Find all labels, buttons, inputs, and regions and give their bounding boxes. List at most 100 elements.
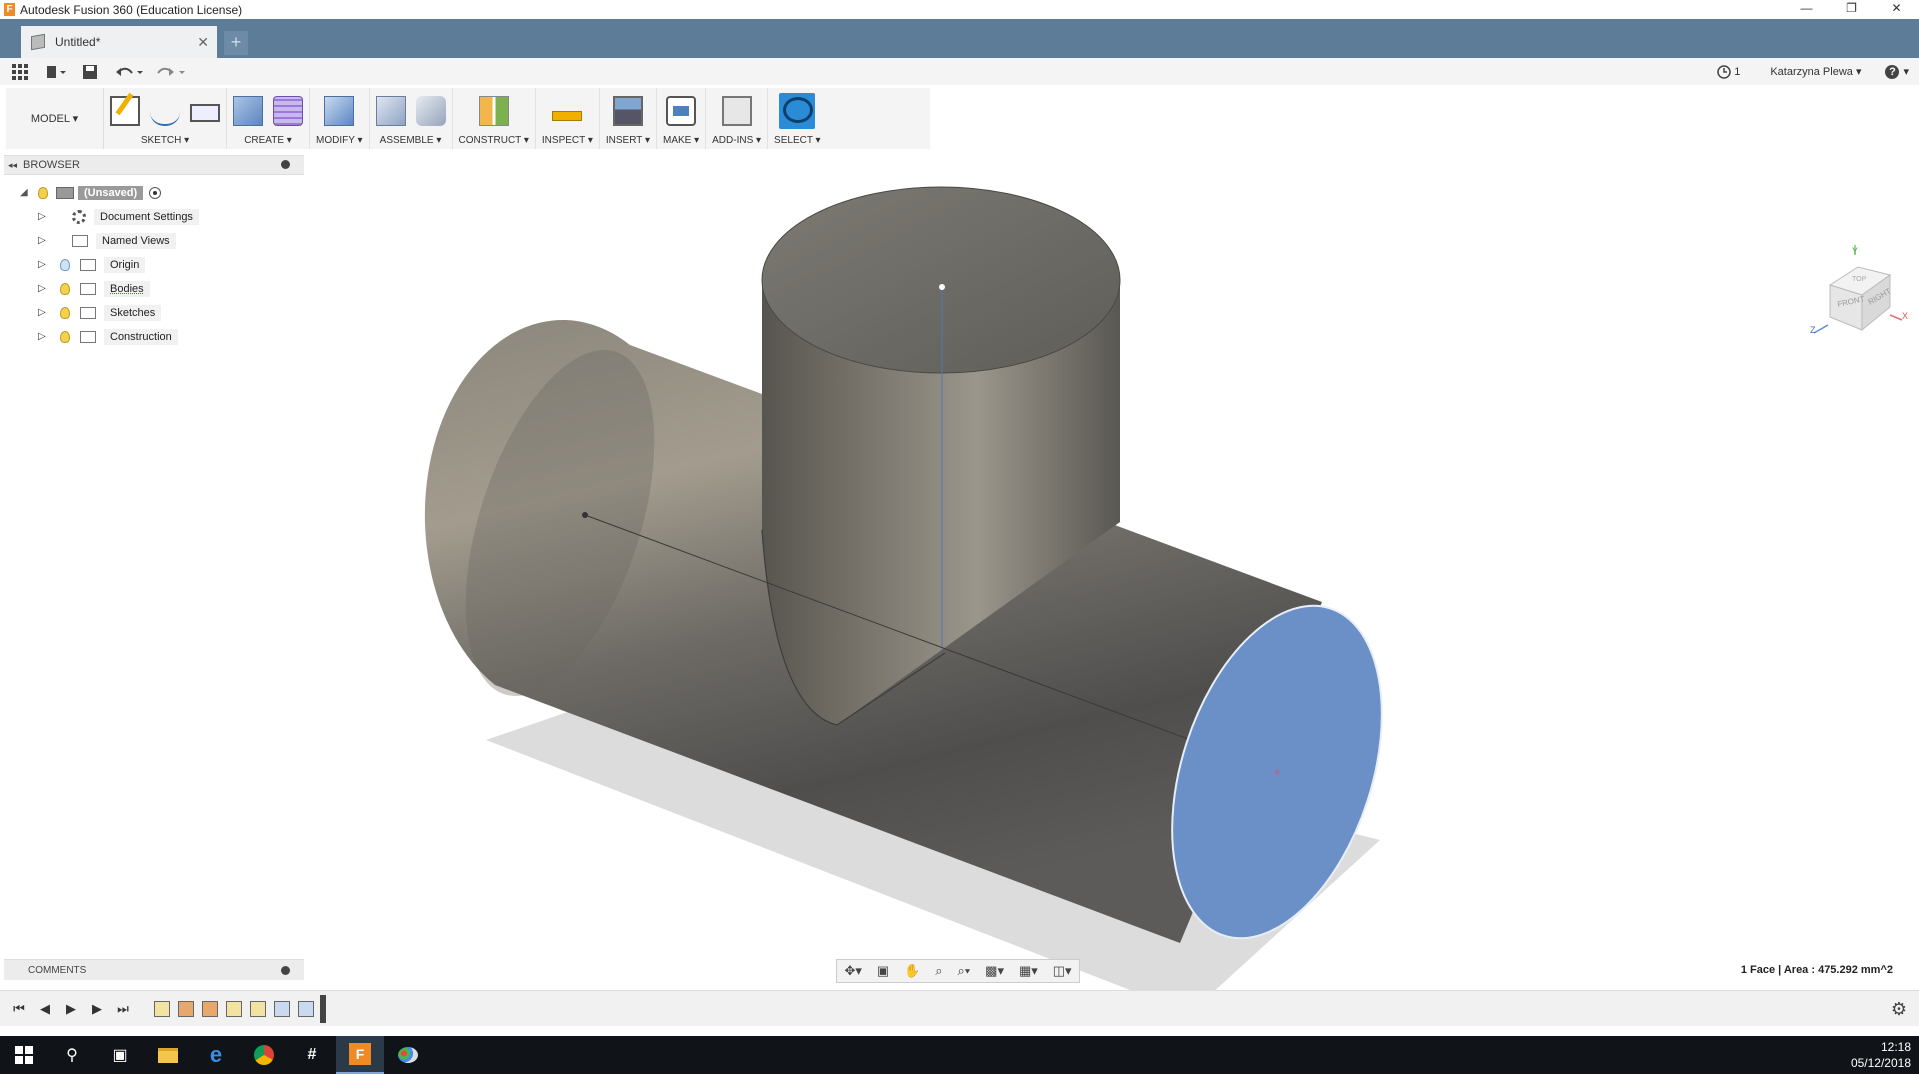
tree-item-document-settings[interactable]: ▷ Document Settings xyxy=(0,205,300,229)
display-settings-icon[interactable]: ▩▾ xyxy=(985,963,1004,979)
insert-group[interactable]: INSERT ▾ xyxy=(600,88,657,149)
modify-group[interactable]: MODIFY ▾ xyxy=(310,88,370,149)
expand-icon[interactable]: ▷ xyxy=(38,235,48,247)
tree-item-sketches[interactable]: ▷ Sketches xyxy=(0,301,300,325)
go-to-end-button[interactable]: ⏭ xyxy=(116,1001,130,1017)
slack-icon[interactable]: # xyxy=(288,1036,336,1074)
assemble-group[interactable]: ASSEMBLE ▾ xyxy=(370,88,453,149)
create-menu[interactable]: CREATE ▾ xyxy=(244,135,292,146)
modify-menu[interactable]: MODIFY ▾ xyxy=(316,135,363,146)
select-menu[interactable]: SELECT ▾ xyxy=(774,135,821,146)
data-panel-button[interactable] xyxy=(0,62,40,82)
file-menu-button[interactable] xyxy=(40,62,72,82)
create-group[interactable]: CREATE ▾ xyxy=(227,88,310,149)
help-icon[interactable]: ? xyxy=(1885,64,1900,79)
pin-browser-icon[interactable] xyxy=(281,160,290,169)
look-at-icon[interactable]: ▣ xyxy=(877,963,889,979)
visibility-bulb-icon[interactable] xyxy=(38,187,48,199)
inspect-menu[interactable]: INSPECT ▾ xyxy=(542,135,593,146)
play-button[interactable]: ▶ xyxy=(64,1001,78,1017)
zoom-icon[interactable]: ⌕ xyxy=(935,963,942,979)
new-tab-button[interactable]: + xyxy=(224,31,248,55)
make-menu[interactable]: MAKE ▾ xyxy=(663,135,699,146)
collapse-root-icon[interactable]: ◢ xyxy=(20,187,30,199)
timeline-marker[interactable] xyxy=(320,994,326,1023)
tree-root[interactable]: ◢ (Unsaved) xyxy=(0,181,300,205)
document-tab[interactable]: Untitled* ✕ xyxy=(21,26,217,58)
expand-icon[interactable]: ▷ xyxy=(38,307,48,319)
assemble-menu[interactable]: ASSEMBLE ▾ xyxy=(380,135,442,146)
view-cube[interactable]: FRONT RIGHT TOP X Y Z xyxy=(1810,240,1910,345)
construct-menu[interactable]: CONSTRUCT ▾ xyxy=(459,135,529,146)
attached-canvas-icon[interactable] xyxy=(612,96,643,126)
make-group[interactable]: MAKE ▾ xyxy=(657,88,707,149)
select-group[interactable]: SELECT ▾ xyxy=(768,88,827,149)
timeline-sketch-icon[interactable] xyxy=(154,1000,170,1017)
edge-browser-icon[interactable]: e xyxy=(192,1036,240,1074)
grid-icon[interactable]: ▦▾ xyxy=(1019,963,1038,979)
zoom-window-icon[interactable]: ⌕▾ xyxy=(957,963,970,979)
joint-icon[interactable] xyxy=(415,96,446,126)
workspace-switcher[interactable]: MODEL ▾ xyxy=(6,88,104,149)
timeline-settings-gear-icon[interactable]: ⚙ xyxy=(1891,999,1907,1020)
file-explorer-icon[interactable] xyxy=(144,1036,192,1074)
job-status-count[interactable]: 1 xyxy=(1734,66,1740,78)
tree-item-bodies[interactable]: ▷ Bodies xyxy=(0,277,300,301)
activate-component-icon[interactable] xyxy=(149,187,162,199)
visibility-bulb-icon[interactable] xyxy=(60,283,70,295)
close-tab-icon[interactable]: ✕ xyxy=(197,34,209,51)
comments-panel[interactable]: COMMENTS xyxy=(4,959,304,980)
restore-button[interactable]: ❐ xyxy=(1829,0,1874,19)
inspect-group[interactable]: INSPECT ▾ xyxy=(536,88,600,149)
collapse-browser-icon[interactable]: ◂◂ xyxy=(8,160,17,171)
go-to-start-button[interactable]: ⏮ xyxy=(12,1001,26,1017)
timeline-sketch-icon[interactable] xyxy=(250,1000,266,1017)
visibility-bulb-icon[interactable] xyxy=(60,331,70,343)
chrome-icon[interactable] xyxy=(240,1036,288,1074)
undo-button[interactable] xyxy=(108,62,150,82)
create-sketch-icon[interactable] xyxy=(110,96,140,126)
save-button[interactable] xyxy=(72,62,108,82)
expand-icon[interactable]: ▷ xyxy=(38,259,48,271)
sketch-group[interactable]: SKETCH ▾ xyxy=(104,88,227,149)
pan-icon[interactable]: ✋ xyxy=(904,963,920,979)
timeline-sketch-icon[interactable] xyxy=(226,1000,242,1017)
add-ins-group[interactable]: ADD-INS ▾ xyxy=(706,88,769,149)
select-tool-icon[interactable] xyxy=(779,93,816,129)
add-ins-menu[interactable]: ADD-INS ▾ xyxy=(712,135,761,146)
timeline-extrude-icon[interactable] xyxy=(202,1000,218,1017)
timeline-sweep-icon[interactable] xyxy=(298,1000,314,1017)
measure-icon[interactable] xyxy=(552,111,583,121)
timeline-extrude-icon[interactable] xyxy=(178,1000,194,1017)
redo-button[interactable] xyxy=(150,62,192,82)
construct-group[interactable]: CONSTRUCT ▾ xyxy=(453,88,536,149)
help-menu-caret[interactable]: ▾ xyxy=(1903,65,1909,78)
system-clock[interactable]: 12:18 05/12/2018 xyxy=(1851,1039,1911,1071)
close-window-button[interactable]: ✕ xyxy=(1874,0,1919,19)
tree-item-origin[interactable]: ▷ Origin xyxy=(0,253,300,277)
add-comment-icon[interactable] xyxy=(281,966,290,975)
step-forward-button[interactable]: ▶ xyxy=(90,1001,104,1017)
visibility-bulb-icon[interactable] xyxy=(60,307,70,319)
timeline-sweep-icon[interactable] xyxy=(274,1000,290,1017)
scripts-addins-icon[interactable] xyxy=(721,96,752,126)
spline-icon[interactable] xyxy=(150,96,180,126)
sketch-menu[interactable]: SKETCH ▾ xyxy=(141,135,189,146)
create-form-icon[interactable] xyxy=(273,96,303,126)
extrude-icon[interactable] xyxy=(233,96,263,126)
expand-icon[interactable]: ▷ xyxy=(38,211,48,223)
fusion-360-taskbar-icon[interactable]: F xyxy=(336,1036,384,1074)
tree-item-construction[interactable]: ▷ Construction xyxy=(0,325,300,349)
search-icon[interactable]: ⚲ xyxy=(48,1036,96,1074)
viewports-icon[interactable]: ◫▾ xyxy=(1053,963,1072,979)
root-label[interactable]: (Unsaved) xyxy=(78,186,144,200)
minimize-button[interactable]: — xyxy=(1784,0,1829,19)
paint-icon[interactable] xyxy=(384,1036,432,1074)
expand-icon[interactable]: ▷ xyxy=(38,283,48,295)
3d-print-icon[interactable] xyxy=(666,96,697,126)
visibility-bulb-icon[interactable] xyxy=(60,259,70,271)
orbit-icon[interactable]: ✥▾ xyxy=(844,963,861,979)
start-button[interactable] xyxy=(0,1036,48,1074)
tree-item-named-views[interactable]: ▷ Named Views xyxy=(0,229,300,253)
rectangle-icon[interactable] xyxy=(190,104,220,122)
